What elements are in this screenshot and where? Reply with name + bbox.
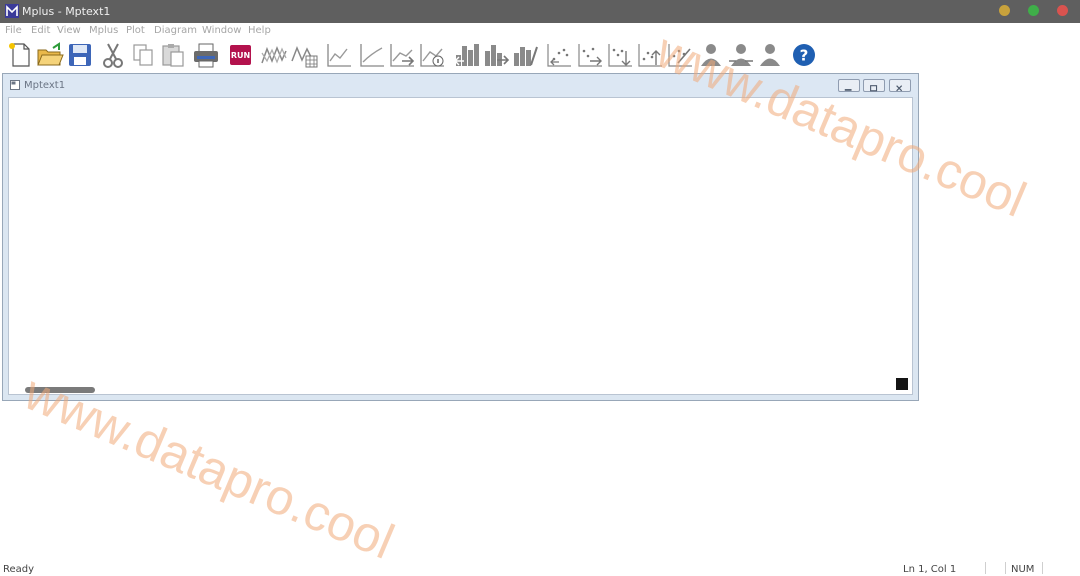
status-cursor-position: Ln 1, Col 1 — [903, 564, 957, 575]
menu-diagram[interactable]: Diagram — [154, 25, 197, 36]
scatter-a-button[interactable] — [545, 41, 573, 69]
menu-plot[interactable]: Plot — [126, 25, 145, 36]
plot-line-button[interactable] — [260, 41, 288, 69]
bar-c-icon — [514, 46, 538, 66]
child-restore-button[interactable] — [863, 79, 885, 92]
bar-b-icon — [485, 45, 510, 66]
child-window-title: Mptext1 — [24, 80, 66, 91]
print-icon — [194, 43, 218, 68]
menu-window[interactable]: Window — [202, 25, 241, 36]
status-separator — [1042, 562, 1043, 574]
plot-grid-button[interactable] — [290, 41, 318, 69]
status-ready: Ready — [3, 564, 35, 575]
print-button[interactable] — [192, 41, 220, 69]
status-num: NUM — [1011, 564, 1035, 575]
plot-d-icon — [420, 44, 444, 67]
plot-b-button[interactable] — [358, 41, 386, 69]
child-close-button[interactable] — [889, 79, 911, 92]
bar-a-icon — [454, 44, 479, 66]
resize-grip[interactable] — [896, 378, 908, 390]
child-minimize-button[interactable] — [838, 79, 860, 92]
help-icon: ? — [793, 44, 815, 66]
paste-button[interactable] — [159, 41, 187, 69]
scatter-c-icon — [608, 44, 632, 67]
menu-help[interactable]: Help — [248, 25, 271, 36]
status-bar: Ready Ln 1, Col 1 NUM — [0, 560, 1080, 576]
run-button[interactable]: RUN — [227, 41, 255, 69]
run-label: RUN — [231, 51, 250, 60]
text-editor-area[interactable] — [8, 97, 913, 395]
paste-icon — [162, 44, 184, 67]
bar-a-button[interactable] — [453, 41, 481, 69]
mplus-app-icon — [5, 4, 19, 18]
status-separator — [985, 562, 986, 574]
help-button[interactable]: ? — [790, 41, 818, 69]
plot-grid-icon — [291, 45, 318, 68]
plot-c-button[interactable] — [388, 41, 416, 69]
status-separator — [1005, 562, 1006, 574]
cut-button[interactable] — [99, 41, 127, 69]
plot-a-icon — [327, 44, 351, 67]
bar-b-button[interactable] — [482, 41, 510, 69]
window-title: Mplus - Mptext1 — [22, 5, 111, 18]
open-button[interactable] — [36, 41, 64, 69]
menu-edit[interactable]: Edit — [31, 25, 50, 36]
copy-icon — [133, 44, 153, 66]
bar-c-button[interactable] — [511, 41, 539, 69]
plot-c-icon — [390, 44, 415, 67]
document-icon — [10, 80, 20, 90]
plot-b-icon — [360, 44, 384, 67]
scatter-b-icon — [578, 44, 602, 67]
minimize-button[interactable] — [999, 5, 1010, 16]
save-button[interactable] — [66, 41, 94, 69]
plot-a-button[interactable] — [325, 41, 353, 69]
menu-view[interactable]: View — [57, 25, 81, 36]
toolbar: RUN ? — [0, 39, 1080, 70]
scatter-c-button[interactable] — [606, 41, 634, 69]
new-icon — [9, 43, 30, 67]
maximize-button[interactable] — [1028, 5, 1039, 16]
title-bar: Mplus - Mptext1 — [0, 0, 1080, 23]
close-icon — [896, 85, 903, 92]
save-icon — [69, 44, 91, 66]
help-glyph: ? — [800, 47, 809, 65]
close-button[interactable] — [1057, 5, 1068, 16]
menu-file[interactable]: File — [5, 25, 22, 36]
plot-line-icon — [261, 45, 287, 64]
open-icon — [37, 42, 64, 66]
copy-button[interactable] — [129, 41, 157, 69]
menu-mplus[interactable]: Mplus — [89, 25, 118, 36]
new-button[interactable] — [6, 41, 34, 69]
restore-icon — [870, 85, 878, 92]
scatter-a-icon — [547, 44, 571, 67]
run-icon: RUN — [230, 45, 251, 65]
scatter-b-button[interactable] — [576, 41, 604, 69]
plot-d-button[interactable] — [418, 41, 446, 69]
menu-bar: File Edit View Mplus Plot Diagram Window… — [0, 23, 1080, 39]
cut-icon — [103, 43, 123, 68]
